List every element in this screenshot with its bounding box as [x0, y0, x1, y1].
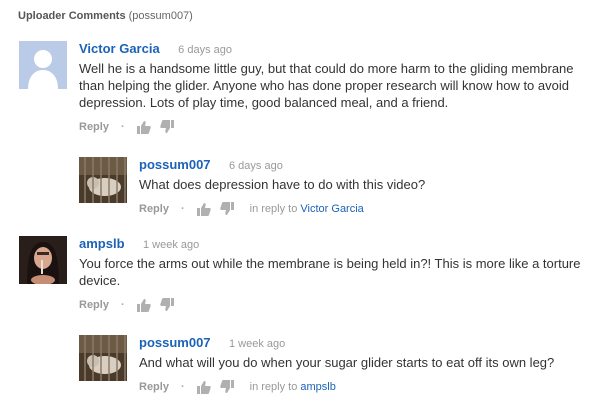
separator-dot: · [120, 299, 125, 311]
thumbs-up-icon[interactable] [196, 380, 211, 394]
separator-dot: · [120, 121, 125, 133]
in-reply-to-link[interactable]: ampslb [300, 381, 335, 393]
thumbs-down-icon[interactable] [159, 298, 174, 312]
reply-button[interactable]: Reply [139, 202, 169, 216]
comment-author-link[interactable]: ampslb [79, 236, 125, 251]
thumbs-down-icon[interactable] [219, 380, 234, 394]
thumbs-up-icon[interactable] [136, 298, 151, 312]
in-reply-to: in reply to Victor Garcia [250, 202, 364, 216]
comment-timestamp: 1 week ago [142, 239, 200, 251]
comment-author-link[interactable]: possum007 [139, 335, 211, 350]
comment-text: Well he is a handsome little guy, but th… [79, 61, 574, 110]
in-reply-to: in reply to ampslb [250, 380, 336, 394]
section-title: Uploader Comments [18, 10, 126, 22]
comment-timestamp: 6 days ago [229, 160, 283, 172]
separator-dot: · [180, 203, 185, 215]
in-reply-prefix: in reply to [249, 381, 298, 393]
comment-text: And what will you do when your sugar gli… [139, 355, 555, 370]
uploader-name: (possum007) [128, 10, 193, 22]
avatar[interactable] [79, 157, 127, 203]
comment-timestamp: 6 days ago [178, 44, 232, 56]
thumbs-down-icon[interactable] [219, 202, 234, 216]
avatar[interactable] [19, 41, 67, 89]
comment-text: You force the arms out while the membran… [79, 256, 581, 288]
comment-text: What does depression have to do with thi… [139, 177, 426, 192]
thumbs-up-icon[interactable] [136, 120, 151, 134]
avatar[interactable] [79, 335, 127, 381]
comments-header: Uploader Comments (possum007) [18, 10, 193, 22]
in-reply-to-link[interactable]: Victor Garcia [300, 203, 363, 215]
reply-button[interactable]: Reply [79, 298, 109, 312]
separator-dot: · [180, 381, 185, 393]
comment-timestamp: 1 week ago [229, 338, 286, 350]
comment-author-link[interactable]: Victor Garcia [79, 41, 160, 56]
reply-button[interactable]: Reply [79, 120, 109, 134]
avatar[interactable] [19, 236, 67, 284]
in-reply-prefix: in reply to [249, 203, 298, 215]
thumbs-up-icon[interactable] [196, 202, 211, 216]
reply-button[interactable]: Reply [139, 380, 169, 394]
thumbs-down-icon[interactable] [159, 120, 174, 134]
comment-author-link[interactable]: possum007 [139, 157, 211, 172]
